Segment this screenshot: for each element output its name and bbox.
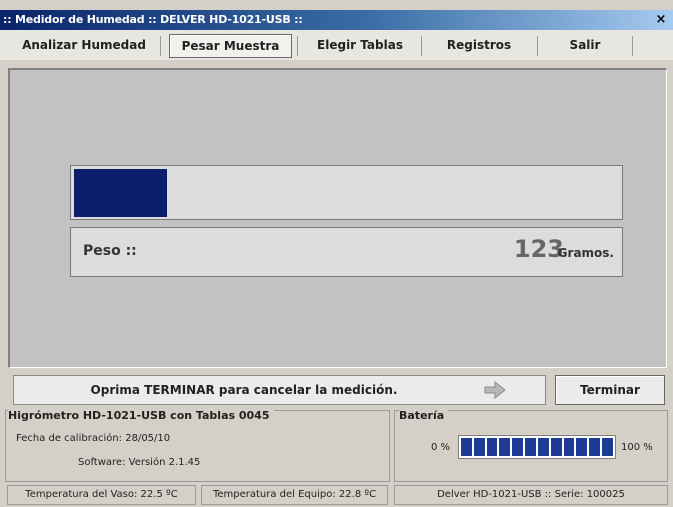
weight-label: Peso ::: [83, 243, 137, 259]
right-arrow-icon: [484, 381, 506, 399]
progress-fill: [74, 169, 167, 217]
tab-salir[interactable]: Salir: [545, 34, 625, 56]
software-version: Software: Versión 2.1.45: [78, 457, 201, 468]
instruction-message: Oprima TERMINAR para cancelar la medició…: [90, 383, 398, 397]
tab-elegir-tablas[interactable]: Elegir Tablas: [305, 34, 415, 56]
battery-title: Batería: [399, 409, 449, 422]
window-title: :: Medidor de Humedad :: DELVER HD-1021-…: [3, 13, 303, 26]
tab-pesar-muestra[interactable]: Pesar Muestra: [169, 34, 292, 58]
device-info-group: Higrómetro HD-1021-USB con Tablas 0045 F…: [5, 409, 390, 482]
battery-segment: [499, 438, 511, 456]
terminar-button[interactable]: Terminar: [555, 375, 665, 405]
battery-max-label: 100 %: [621, 442, 653, 453]
battery-level-bar: [458, 435, 616, 459]
calibration-date: Fecha de calibración: 28/05/10: [16, 433, 171, 444]
menu-separator: [297, 36, 298, 56]
status-serial: Delver HD-1021-USB :: Serie: 100025: [394, 485, 668, 505]
battery-min-label: 0 %: [431, 442, 451, 453]
battery-segment: [576, 438, 588, 456]
menu-separator: [537, 36, 538, 56]
battery-segment: [512, 438, 524, 456]
message-bar: Oprima TERMINAR para cancelar la medició…: [13, 375, 546, 405]
tab-analizar-humedad[interactable]: Analizar Humedad: [14, 34, 154, 56]
battery-segment: [537, 438, 549, 456]
battery-segment: [563, 438, 575, 456]
app-window: :: Medidor de Humedad :: DELVER HD-1021-…: [0, 0, 673, 507]
battery-segment: [525, 438, 536, 456]
weight-unit: Gramos.: [557, 246, 614, 260]
menu-separator: [160, 36, 161, 56]
weighing-progress-bar: [70, 165, 623, 220]
device-info-title: Higrómetro HD-1021-USB con Tablas 0045: [8, 409, 274, 422]
battery-segment: [550, 438, 562, 456]
menu-separator: [632, 36, 633, 56]
weight-value: 123: [513, 235, 564, 263]
battery-segment: [486, 438, 498, 456]
close-icon[interactable]: ×: [653, 13, 669, 27]
menu-bar: Analizar Humedad Pesar Muestra Elegir Ta…: [0, 30, 673, 60]
battery-segment: [602, 438, 613, 456]
battery-segment: [473, 438, 485, 456]
status-equipo-temperature: Temperatura del Equipo: 22.8 ºC: [201, 485, 388, 505]
battery-segment: [589, 438, 601, 456]
battery-group: Batería 0 % 100 %: [394, 409, 668, 482]
menu-separator: [421, 36, 422, 56]
title-bar: :: Medidor de Humedad :: DELVER HD-1021-…: [0, 10, 673, 30]
weight-display: Peso :: 123 Gramos.: [70, 227, 623, 277]
status-vaso-temperature: Temperatura del Vaso: 22.5 ºC: [7, 485, 196, 505]
tab-registros[interactable]: Registros: [429, 34, 529, 56]
battery-segment: [461, 438, 472, 456]
